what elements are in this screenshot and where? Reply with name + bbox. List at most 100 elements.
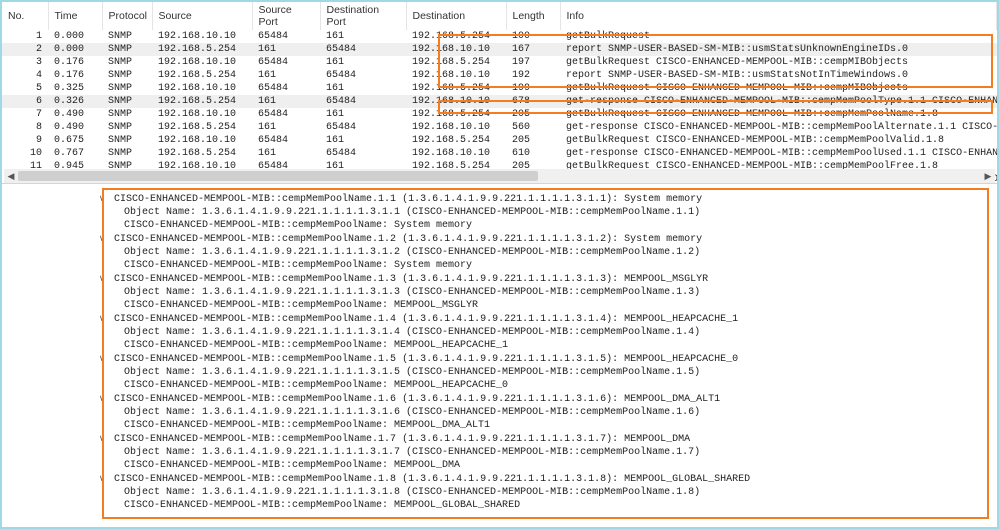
tree-node-label: CISCO-ENHANCED-MEMPOOL-MIB::cempMemPoolN… — [114, 314, 738, 325]
chevron-down-icon[interactable]: ∨ — [96, 312, 108, 325]
cell-dport: 161 — [320, 82, 406, 95]
cell-dport: 65484 — [320, 147, 406, 160]
col-info[interactable]: Info — [560, 2, 997, 30]
tree-child[interactable]: Object Name: 1.3.6.1.4.1.9.9.221.1.1.1.1… — [96, 206, 993, 219]
cell-dport: 65484 — [320, 69, 406, 82]
cell-len: 197 — [506, 56, 560, 69]
tree-child[interactable]: CISCO-ENHANCED-MEMPOOL-MIB::cempMemPoolN… — [96, 379, 993, 392]
tree-child[interactable]: CISCO-ENHANCED-MEMPOOL-MIB::cempMemPoolN… — [96, 259, 993, 272]
cell-no: 10 — [2, 147, 48, 160]
cell-src: 192.168.5.254 — [152, 121, 252, 134]
scroll-right-icon[interactable]: ▶ — [981, 169, 995, 183]
cell-dst: 192.168.5.254 — [406, 108, 506, 121]
col-len[interactable]: Length — [506, 2, 560, 30]
horizontal-scrollbar[interactable]: ◀ ▶ — [4, 169, 995, 183]
table-row[interactable]: 90.675SNMP192.168.10.1065484161192.168.5… — [2, 134, 997, 147]
cell-info: report SNMP-USER-BASED-SM-MIB::usmStatsN… — [560, 69, 997, 82]
chevron-down-icon[interactable]: ∨ — [96, 272, 108, 285]
cell-src: 192.168.10.10 — [152, 56, 252, 69]
tree-node-label: CISCO-ENHANCED-MEMPOOL-MIB::cempMemPoolN… — [114, 394, 720, 405]
packet-table[interactable]: No. Time Protocol Source Source Port Des… — [2, 2, 997, 184]
tree-child[interactable]: Object Name: 1.3.6.1.4.1.9.9.221.1.1.1.1… — [96, 406, 993, 419]
cell-time: 0.325 — [48, 82, 102, 95]
tree-node[interactable]: ∨ CISCO-ENHANCED-MEMPOOL-MIB::cempMemPoo… — [96, 232, 993, 246]
col-no[interactable]: No. — [2, 2, 48, 30]
cell-no: 5 — [2, 82, 48, 95]
chevron-down-icon[interactable]: ∨ — [96, 472, 108, 485]
cell-len: 167 — [506, 43, 560, 56]
tree-node[interactable]: ∨ CISCO-ENHANCED-MEMPOOL-MIB::cempMemPoo… — [96, 312, 993, 326]
cell-dport: 161 — [320, 56, 406, 69]
cell-time: 0.000 — [48, 43, 102, 56]
tree-node[interactable]: ∨ CISCO-ENHANCED-MEMPOOL-MIB::cempMemPoo… — [96, 392, 993, 406]
cell-dport: 161 — [320, 134, 406, 147]
cell-sport: 161 — [252, 147, 320, 160]
table-row[interactable]: 80.490SNMP192.168.5.25416165484192.168.1… — [2, 121, 997, 134]
chevron-down-icon[interactable]: ∨ — [96, 192, 108, 205]
cell-no: 1 — [2, 30, 48, 43]
table-row[interactable]: 60.326SNMP192.168.5.25416165484192.168.1… — [2, 95, 997, 108]
tree-child[interactable]: CISCO-ENHANCED-MEMPOOL-MIB::cempMemPoolN… — [96, 459, 993, 472]
col-time[interactable]: Time — [48, 2, 102, 30]
table-row[interactable]: 100.767SNMP192.168.5.25416165484192.168.… — [2, 147, 997, 160]
cell-dst: 192.168.5.254 — [406, 30, 506, 43]
cell-sport: 65484 — [252, 134, 320, 147]
cell-proto: SNMP — [102, 30, 152, 43]
col-dst[interactable]: Destination — [406, 2, 506, 30]
col-src[interactable]: Source — [152, 2, 252, 30]
scroll-left-icon[interactable]: ◀ — [4, 169, 18, 183]
cell-src: 192.168.10.10 — [152, 108, 252, 121]
tree-child[interactable]: CISCO-ENHANCED-MEMPOOL-MIB::cempMemPoolN… — [96, 299, 993, 312]
cell-len: 199 — [506, 82, 560, 95]
tree-child[interactable]: Object Name: 1.3.6.1.4.1.9.9.221.1.1.1.1… — [96, 446, 993, 459]
tree-child[interactable]: CISCO-ENHANCED-MEMPOOL-MIB::cempMemPoolN… — [96, 339, 993, 352]
cell-src: 192.168.5.254 — [152, 147, 252, 160]
tree-child[interactable]: Object Name: 1.3.6.1.4.1.9.9.221.1.1.1.1… — [96, 286, 993, 299]
cell-dst: 192.168.10.10 — [406, 121, 506, 134]
scroll-thumb[interactable] — [18, 171, 538, 181]
col-sport[interactable]: Source Port — [252, 2, 320, 30]
table-row[interactable]: 20.000SNMP192.168.5.25416165484192.168.1… — [2, 43, 997, 56]
col-proto[interactable]: Protocol — [102, 2, 152, 30]
chevron-down-icon[interactable]: ∨ — [96, 392, 108, 405]
cell-time: 0.000 — [48, 30, 102, 43]
table-row[interactable]: 30.176SNMP192.168.10.1065484161192.168.5… — [2, 56, 997, 69]
table-row[interactable]: 40.176SNMP192.168.5.25416165484192.168.1… — [2, 69, 997, 82]
chevron-down-icon[interactable]: ∨ — [96, 232, 108, 245]
cell-dst: 192.168.10.10 — [406, 69, 506, 82]
cell-sport: 161 — [252, 95, 320, 108]
cell-info: getBulkRequest CISCO-ENHANCED-MEMPOOL-MI… — [560, 56, 997, 69]
cell-len: 610 — [506, 147, 560, 160]
tree-child[interactable]: Object Name: 1.3.6.1.4.1.9.9.221.1.1.1.1… — [96, 366, 993, 379]
tree-child[interactable]: CISCO-ENHANCED-MEMPOOL-MIB::cempMemPoolN… — [96, 219, 993, 232]
cell-proto: SNMP — [102, 134, 152, 147]
cell-src: 192.168.10.10 — [152, 82, 252, 95]
tree-child[interactable]: Object Name: 1.3.6.1.4.1.9.9.221.1.1.1.1… — [96, 246, 993, 259]
tree-child[interactable]: Object Name: 1.3.6.1.4.1.9.9.221.1.1.1.1… — [96, 486, 993, 499]
tree-node[interactable]: ∨ CISCO-ENHANCED-MEMPOOL-MIB::cempMemPoo… — [96, 472, 993, 486]
cell-proto: SNMP — [102, 69, 152, 82]
detail-tree[interactable]: ∨ CISCO-ENHANCED-MEMPOOL-MIB::cempMemPoo… — [6, 190, 993, 512]
cell-proto: SNMP — [102, 82, 152, 95]
cell-src: 192.168.5.254 — [152, 69, 252, 82]
tree-node[interactable]: ∨ CISCO-ENHANCED-MEMPOOL-MIB::cempMemPoo… — [96, 192, 993, 206]
table-row[interactable]: 50.325SNMP192.168.10.1065484161192.168.5… — [2, 82, 997, 95]
chevron-down-icon[interactable]: ∨ — [96, 352, 108, 365]
cell-len: 192 — [506, 69, 560, 82]
tree-child[interactable]: CISCO-ENHANCED-MEMPOOL-MIB::cempMemPoolN… — [96, 419, 993, 432]
tree-node-label: CISCO-ENHANCED-MEMPOOL-MIB::cempMemPoolN… — [114, 354, 738, 365]
tree-node[interactable]: ∨ CISCO-ENHANCED-MEMPOOL-MIB::cempMemPoo… — [96, 352, 993, 366]
table-row[interactable]: 10.000SNMP192.168.10.1065484161192.168.5… — [2, 30, 997, 43]
cell-info: getBulkRequest — [560, 30, 997, 43]
scroll-track[interactable] — [18, 169, 981, 183]
table-row[interactable]: 70.490SNMP192.168.10.1065484161192.168.5… — [2, 108, 997, 121]
tree-node[interactable]: ∨ CISCO-ENHANCED-MEMPOOL-MIB::cempMemPoo… — [96, 432, 993, 446]
tree-child[interactable]: Object Name: 1.3.6.1.4.1.9.9.221.1.1.1.1… — [96, 326, 993, 339]
cell-sport: 65484 — [252, 108, 320, 121]
col-dport[interactable]: Destination Port — [320, 2, 406, 30]
tree-child[interactable]: CISCO-ENHANCED-MEMPOOL-MIB::cempMemPoolN… — [96, 499, 993, 512]
tree-node[interactable]: ∨ CISCO-ENHANCED-MEMPOOL-MIB::cempMemPoo… — [96, 272, 993, 286]
packet-header-row[interactable]: No. Time Protocol Source Source Port Des… — [2, 2, 997, 30]
chevron-down-icon[interactable]: ∨ — [96, 432, 108, 445]
cell-info: get-response CISCO-ENHANCED-MEMPOOL-MIB:… — [560, 147, 997, 160]
